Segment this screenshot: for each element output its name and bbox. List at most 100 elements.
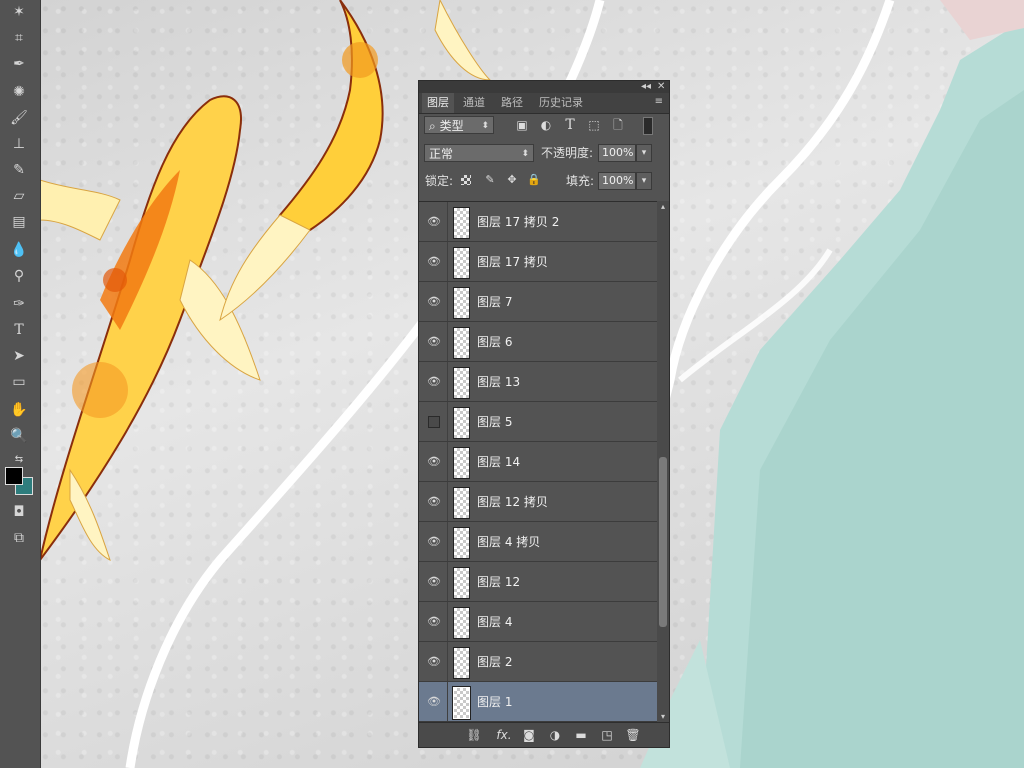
layer-name[interactable]: 图层 4	[477, 602, 512, 642]
add-mask-icon[interactable]: ◙	[521, 727, 537, 743]
layer-name[interactable]: 图层 4 拷贝	[477, 522, 540, 562]
layer-name[interactable]: 图层 12	[477, 562, 520, 602]
layer-name[interactable]: 图层 5	[477, 402, 512, 442]
path-selection-icon[interactable]: ➤	[8, 346, 30, 366]
delete-layer-icon[interactable]: 🗑	[625, 727, 641, 743]
eye-icon[interactable]: 👁	[427, 615, 441, 629]
layer-row[interactable]: 图层 5	[419, 402, 657, 442]
layer-thumbnail[interactable]	[453, 407, 470, 439]
tab-channels[interactable]: 通道	[458, 93, 490, 113]
blend-mode-dropdown[interactable]: 正常 ⬍	[424, 144, 534, 162]
eye-icon[interactable]: 👁	[427, 375, 441, 389]
layer-thumbnail[interactable]	[453, 247, 470, 279]
type-filter-icon[interactable]: T	[562, 117, 578, 133]
eyedropper-icon[interactable]: ✒	[8, 54, 30, 74]
tab-layers[interactable]: 图层	[422, 93, 454, 113]
smart-object-filter-icon[interactable]: 🗋	[610, 117, 626, 133]
layer-row[interactable]: 👁 图层 6	[419, 322, 657, 362]
adjustment-layer-icon[interactable]: ◑	[547, 727, 563, 743]
blur-icon[interactable]: 💧	[8, 240, 30, 260]
filter-toggle-icon[interactable]	[643, 117, 653, 135]
layer-name[interactable]: 图层 17 拷贝	[477, 242, 548, 282]
image-filter-icon[interactable]: ▣	[514, 117, 530, 133]
visibility-off-box[interactable]	[428, 416, 440, 428]
layer-thumbnail[interactable]	[453, 607, 470, 639]
brush-icon[interactable]: 🖌	[8, 108, 30, 128]
layer-row[interactable]: 👁 图层 2	[419, 642, 657, 682]
layer-thumbnail[interactable]	[453, 567, 470, 599]
layer-name[interactable]: 图层 1	[477, 682, 512, 722]
layer-thumbnail[interactable]	[453, 367, 470, 399]
layer-name[interactable]: 图层 17 拷贝 2	[477, 202, 559, 242]
lock-paint-icon[interactable]: ✎	[483, 173, 497, 187]
shape-filter-icon[interactable]: ⬚	[586, 117, 602, 133]
scroll-down-icon[interactable]: ▾	[659, 713, 667, 721]
eye-icon[interactable]: 👁	[427, 575, 441, 589]
layer-row[interactable]: 👁 图层 4	[419, 602, 657, 642]
eye-icon[interactable]: 👁	[427, 295, 441, 309]
layer-row[interactable]: 👁 图层 12 拷贝	[419, 482, 657, 522]
layer-name[interactable]: 图层 6	[477, 322, 512, 362]
lock-all-icon[interactable]: 🔒	[527, 173, 541, 187]
tab-paths[interactable]: 路径	[496, 93, 528, 113]
tab-history[interactable]: 历史记录	[534, 93, 588, 113]
eye-icon[interactable]: 👁	[427, 655, 441, 669]
rectangle-icon[interactable]: ▭	[8, 372, 30, 392]
eye-icon[interactable]: 👁	[427, 335, 441, 349]
layer-thumbnail[interactable]	[453, 207, 470, 239]
crop-icon[interactable]: ⌗	[8, 28, 30, 48]
layer-row[interactable]: 👁 图层 17 拷贝	[419, 242, 657, 282]
layer-row[interactable]: 👁 图层 13	[419, 362, 657, 402]
layer-name[interactable]: 图层 7	[477, 282, 512, 322]
eye-icon[interactable]: 👁	[427, 495, 441, 509]
layer-name[interactable]: 图层 13	[477, 362, 520, 402]
layer-row[interactable]: 👁 图层 4 拷贝	[419, 522, 657, 562]
eye-icon[interactable]: 👁	[427, 535, 441, 549]
layer-thumbnail[interactable]	[453, 447, 470, 479]
layer-list-scrollbar[interactable]: ▴ ▾	[657, 201, 669, 723]
hand-icon[interactable]: ✋	[8, 400, 30, 420]
layer-row[interactable]: 👁 图层 12	[419, 562, 657, 602]
pen-icon[interactable]: ✑	[8, 294, 30, 314]
lock-position-icon[interactable]: ✥	[505, 173, 519, 187]
eye-icon[interactable]: 👁	[427, 255, 441, 269]
new-group-icon[interactable]: ▬	[573, 727, 589, 743]
lock-transparent-icon[interactable]	[461, 175, 471, 185]
clone-stamp-icon[interactable]: ⊥	[8, 134, 30, 154]
eye-icon[interactable]: 👁	[427, 695, 441, 709]
panel-title-bar[interactable]: ◂◂ ✕	[419, 81, 669, 93]
layer-thumbnail[interactable]	[452, 686, 471, 720]
layer-thumbnail[interactable]	[453, 647, 470, 679]
filter-type-dropdown[interactable]: ⌕ 类型 ⬍	[424, 116, 494, 134]
magic-wand-icon[interactable]: ✶	[8, 2, 30, 22]
eye-icon[interactable]: 👁	[427, 215, 441, 229]
link-layers-icon[interactable]: ⛓	[466, 727, 482, 743]
fill-field[interactable]: 100%	[598, 172, 636, 190]
layer-thumbnail[interactable]	[453, 327, 470, 359]
close-panel-icon[interactable]: ✕	[657, 81, 665, 93]
layer-thumbnail[interactable]	[453, 527, 470, 559]
zoom-icon[interactable]: 🔍	[8, 426, 30, 446]
spot-healing-icon[interactable]: ✺	[8, 82, 30, 102]
layer-row[interactable]: 👁 图层 1	[419, 682, 657, 722]
layer-name[interactable]: 图层 14	[477, 442, 520, 482]
opacity-slider-toggle[interactable]: ▾	[636, 144, 652, 162]
dodge-icon[interactable]: ⚲	[8, 266, 30, 286]
gradient-icon[interactable]: ▤	[8, 212, 30, 232]
layer-row[interactable]: 👁 图层 7	[419, 282, 657, 322]
scroll-thumb[interactable]	[659, 457, 667, 627]
foreground-color-swatch[interactable]	[5, 467, 23, 485]
fx-icon[interactable]: fx.	[493, 727, 515, 743]
history-brush-icon[interactable]: ✎	[8, 160, 30, 180]
new-layer-icon[interactable]: ◳	[599, 727, 615, 743]
scroll-up-icon[interactable]: ▴	[659, 203, 667, 211]
collapse-panel-icon[interactable]: ◂◂	[641, 81, 651, 93]
layer-thumbnail[interactable]	[453, 287, 470, 319]
layer-name[interactable]: 图层 2	[477, 642, 512, 682]
adjustment-filter-icon[interactable]: ◐	[538, 117, 554, 133]
layer-row[interactable]: 👁 图层 17 拷贝 2	[419, 202, 657, 242]
layer-name[interactable]: 图层 12 拷贝	[477, 482, 548, 522]
opacity-field[interactable]: 100%	[598, 144, 636, 162]
fill-slider-toggle[interactable]: ▾	[636, 172, 652, 190]
layer-thumbnail[interactable]	[453, 487, 470, 519]
